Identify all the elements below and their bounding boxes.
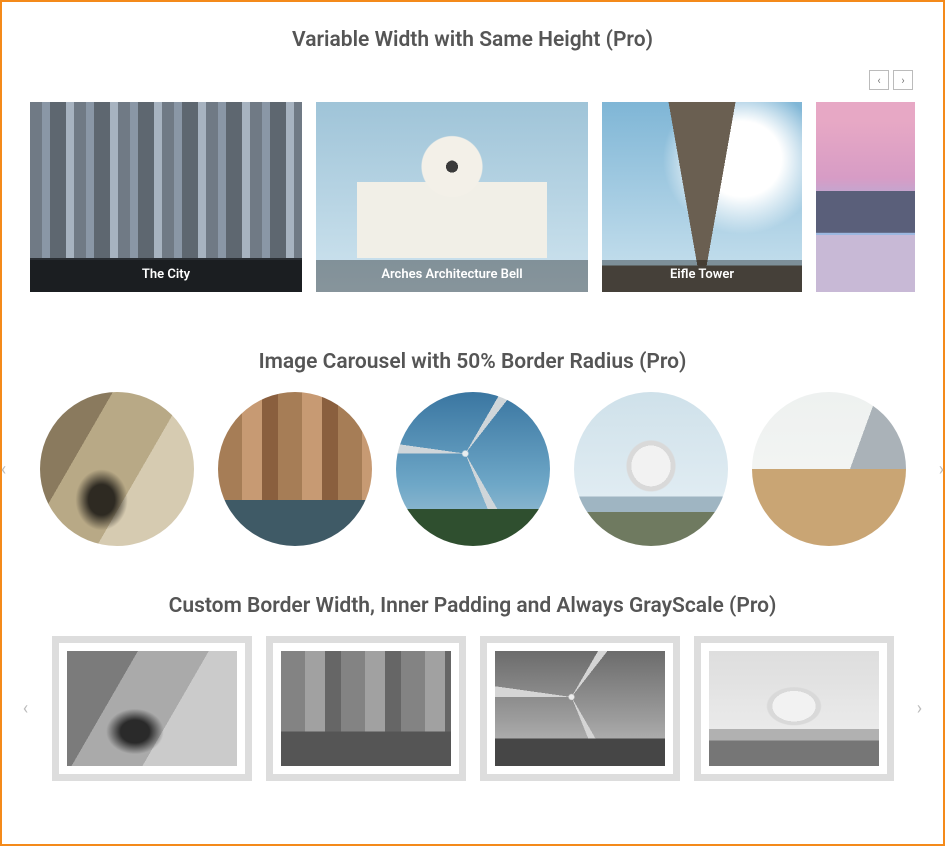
carousel-caption: Arches Architecture Bell (316, 260, 588, 292)
carousel-caption: Eifle Tower (602, 260, 802, 292)
carousel-prev-button[interactable]: ‹ (869, 70, 889, 90)
chevron-right-icon: › (917, 698, 922, 719)
carousel-prev-button[interactable]: ‹ (14, 697, 38, 721)
section-grayscale: Custom Border Width, Inner Padding and A… (30, 594, 915, 781)
carousel-image (495, 651, 665, 766)
carousel-next-button[interactable]: › (893, 70, 913, 90)
carousel-item[interactable] (574, 392, 728, 546)
chevron-right-icon: › (901, 74, 904, 87)
carousel-item[interactable] (218, 392, 372, 546)
carousel-image (67, 651, 237, 766)
carousel-next-button[interactable]: › (930, 457, 945, 481)
carousel-nav: ‹ › (30, 70, 915, 90)
section-variable-width: Variable Width with Same Height (Pro) ‹ … (30, 28, 915, 292)
carousel-item[interactable] (396, 392, 550, 546)
carousel-prev-button[interactable]: ‹ (0, 457, 16, 481)
carousel-item[interactable]: The City (30, 102, 302, 292)
carousel-item[interactable] (52, 636, 252, 781)
chevron-left-icon: ‹ (877, 74, 880, 87)
carousel-item[interactable] (752, 392, 906, 546)
carousel-row: ‹ › (30, 392, 915, 546)
carousel-track: The City Arches Architecture Bell Eifle … (30, 102, 915, 292)
section-title: Custom Border Width, Inner Padding and A… (30, 594, 915, 618)
carousel-item[interactable] (694, 636, 894, 781)
carousel-caption: The City (30, 260, 302, 292)
carousel-image (816, 102, 915, 292)
carousel-item[interactable]: Arches Architecture Bell (316, 102, 588, 292)
chevron-left-icon: ‹ (1, 459, 6, 480)
carousel-item[interactable] (816, 102, 915, 292)
chevron-right-icon: › (939, 459, 944, 480)
section-border-radius: Image Carousel with 50% Border Radius (P… (30, 350, 915, 546)
carousel-item[interactable] (266, 636, 466, 781)
carousel-row: ‹ › (30, 636, 915, 781)
chevron-left-icon: ‹ (23, 698, 28, 719)
section-title: Image Carousel with 50% Border Radius (P… (30, 350, 915, 374)
carousel-image (281, 651, 451, 766)
carousel-next-button[interactable]: › (908, 697, 932, 721)
carousel-item[interactable] (40, 392, 194, 546)
carousel-image (709, 651, 879, 766)
section-title: Variable Width with Same Height (Pro) (30, 28, 915, 52)
carousel-item[interactable] (480, 636, 680, 781)
carousel-item[interactable]: Eifle Tower (602, 102, 802, 292)
